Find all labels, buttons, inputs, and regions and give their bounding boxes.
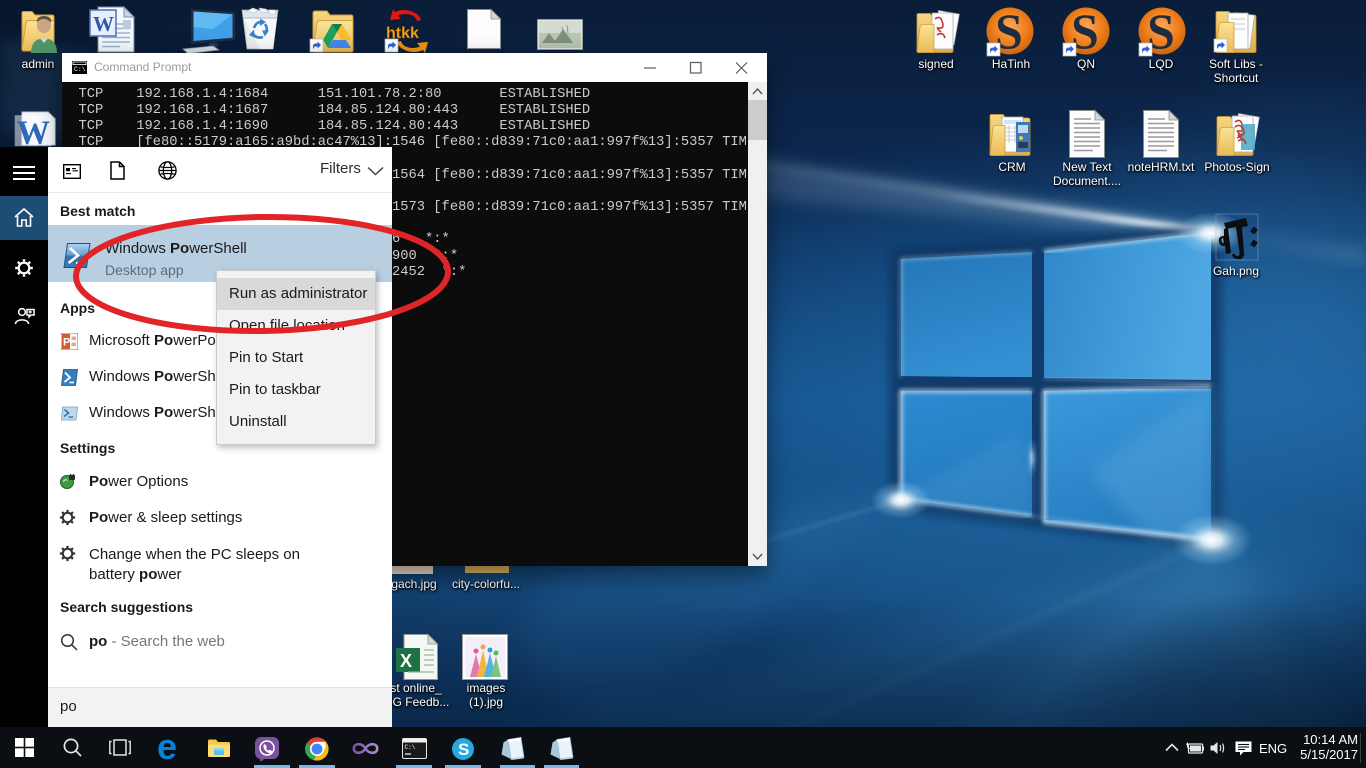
svg-text:C:\: C:\ xyxy=(405,744,416,751)
svg-text:C:\: C:\ xyxy=(74,66,86,73)
svg-text:P: P xyxy=(63,337,70,349)
svg-text:S: S xyxy=(458,740,469,759)
svg-text:W: W xyxy=(93,12,114,36)
svg-text:X: X xyxy=(400,651,412,671)
svg-text:W: W xyxy=(17,114,50,147)
